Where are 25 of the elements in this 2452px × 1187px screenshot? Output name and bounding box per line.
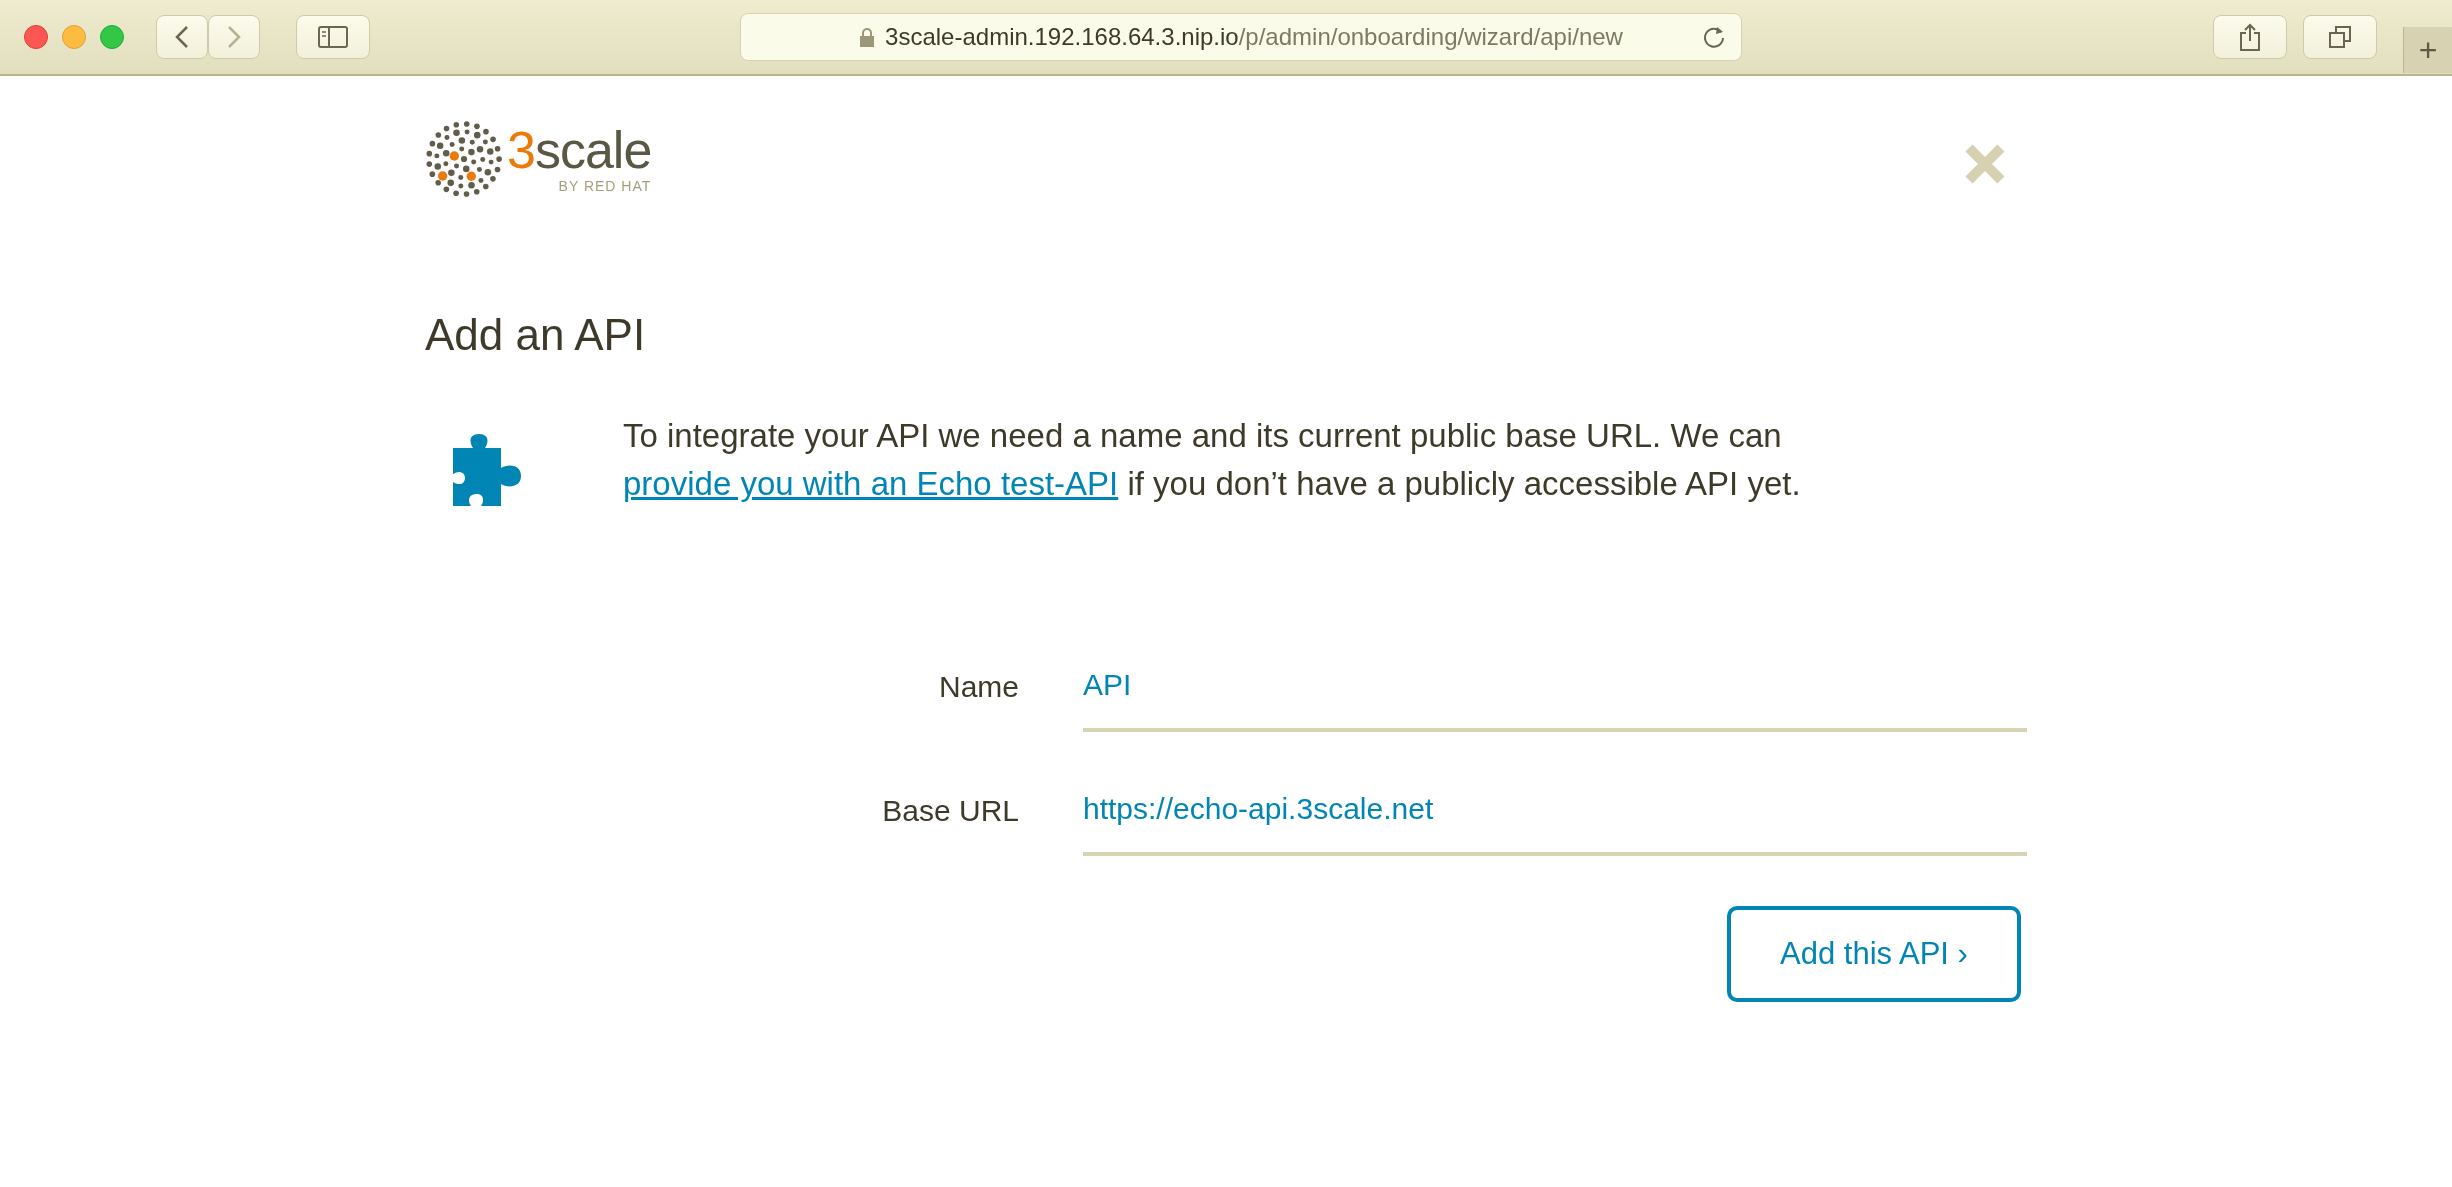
address-bar[interactable]: 3scale-admin.192.168.64.3.nip.io/p/admin/onboarding/wizard/api/new (740, 13, 1742, 61)
reload-icon[interactable] (1701, 24, 1727, 50)
text-field[interactable]: API (1083, 658, 2027, 732)
sidebar-icon (318, 26, 348, 48)
lock-icon (859, 27, 876, 47)
back-button[interactable] (156, 15, 208, 59)
share-button[interactable] (2213, 15, 2287, 59)
close-window-button[interactable] (24, 25, 48, 49)
field-label: Name (937, 669, 1019, 704)
forward-icon (227, 25, 241, 49)
echo-api-link[interactable]: provide you with an Echo test-API (623, 464, 1119, 502)
page-title: Add an API (425, 310, 647, 360)
intro-paragraph: To integrate your API we need a name and its current public base URL. We can provide you with an Echo test-API if you don’t have a publicly accessible API yet. (623, 416, 1802, 504)
dotted-circle-logo-icon (425, 120, 503, 198)
tabs-icon (2328, 25, 2352, 49)
add-api-button[interactable]: Add this API › (1727, 906, 2021, 1002)
url-text: 3scale-admin.192.168.64.3.nip.io/p/admin/onboarding/wizard/api/new (885, 23, 1623, 51)
new-tab-button[interactable]: + (2403, 27, 2452, 73)
sidebar-button[interactable] (296, 15, 370, 59)
text-field[interactable]: https://echo-api.3scale.net (1083, 782, 2027, 856)
field-label: Base URL (881, 793, 1019, 828)
back-icon (175, 25, 189, 49)
logo-wordmark: 3scale BY RED HAT (507, 124, 652, 194)
share-icon (2239, 23, 2261, 51)
tabs-overview-button[interactable] (2303, 15, 2377, 59)
